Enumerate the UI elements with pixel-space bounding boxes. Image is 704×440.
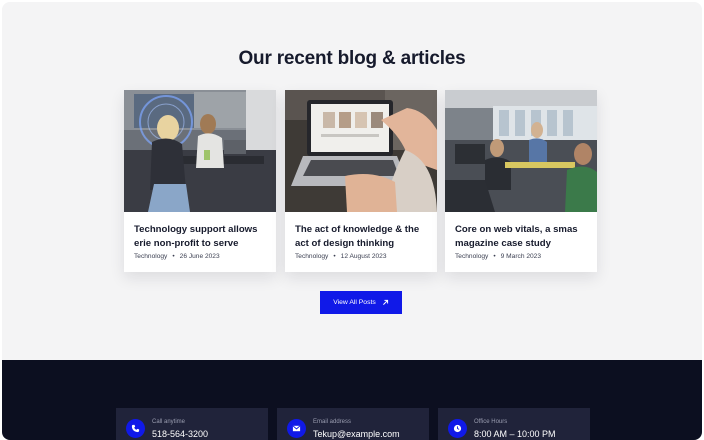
article-meta: Technology • 9 March 2023: [455, 253, 541, 260]
article-date: 12 August 2023: [340, 253, 387, 260]
article-image[interactable]: [285, 90, 437, 212]
section-title: Our recent blog & articles: [238, 48, 466, 69]
clock-icon: [448, 419, 467, 438]
meta-separator: •: [333, 253, 336, 260]
contact-card-email[interactable]: Email address Tekup@example.com: [277, 408, 429, 440]
article-category[interactable]: Technology: [455, 253, 488, 260]
mail-icon: [287, 419, 306, 438]
article-title[interactable]: Technology support allows erie non-profi…: [134, 223, 270, 251]
contact-label: Office Hours: [474, 419, 508, 425]
article-date: 26 June 2023: [179, 253, 220, 260]
arrow-up-right-icon: [382, 299, 388, 305]
contact-card-hours[interactable]: Office Hours 8:00 AM – 10:00 PM: [438, 408, 590, 440]
article-image[interactable]: [445, 90, 597, 212]
view-all-posts-label: View All Posts: [333, 299, 376, 306]
blog-section: Our recent blog & articles Technology su…: [2, 2, 702, 360]
contact-value[interactable]: Tekup@example.com: [313, 429, 400, 439]
article-date: 9 March 2023: [500, 253, 541, 260]
article-card[interactable]: The act of knowledge & the act of design…: [285, 90, 437, 272]
contact-card-phone[interactable]: Call anytime 518-564-3200: [116, 408, 268, 440]
contact-label: Email address: [313, 419, 352, 425]
article-category[interactable]: Technology: [295, 253, 328, 260]
meta-separator: •: [172, 253, 175, 260]
article-category[interactable]: Technology: [134, 253, 167, 260]
article-meta: Technology • 12 August 2023: [295, 253, 387, 260]
view-all-posts-button[interactable]: View All Posts: [320, 291, 402, 314]
article-title[interactable]: Core on web vitals, a smas magazine case…: [455, 223, 591, 251]
contact-value[interactable]: 518-564-3200: [152, 429, 208, 439]
article-meta: Technology • 26 June 2023: [134, 253, 220, 260]
article-card[interactable]: Core on web vitals, a smas magazine case…: [445, 90, 597, 272]
article-image[interactable]: [124, 90, 276, 212]
meta-separator: •: [493, 253, 496, 260]
page-frame: Our recent blog & articles Technology su…: [2, 2, 702, 440]
contact-value: 8:00 AM – 10:00 PM: [474, 429, 556, 439]
footer: Call anytime 518-564-3200 Email address …: [2, 360, 702, 440]
article-card[interactable]: Technology support allows erie non-profi…: [124, 90, 276, 272]
phone-icon: [126, 419, 145, 438]
contact-label: Call anytime: [152, 419, 186, 425]
article-title[interactable]: The act of knowledge & the act of design…: [295, 223, 431, 251]
